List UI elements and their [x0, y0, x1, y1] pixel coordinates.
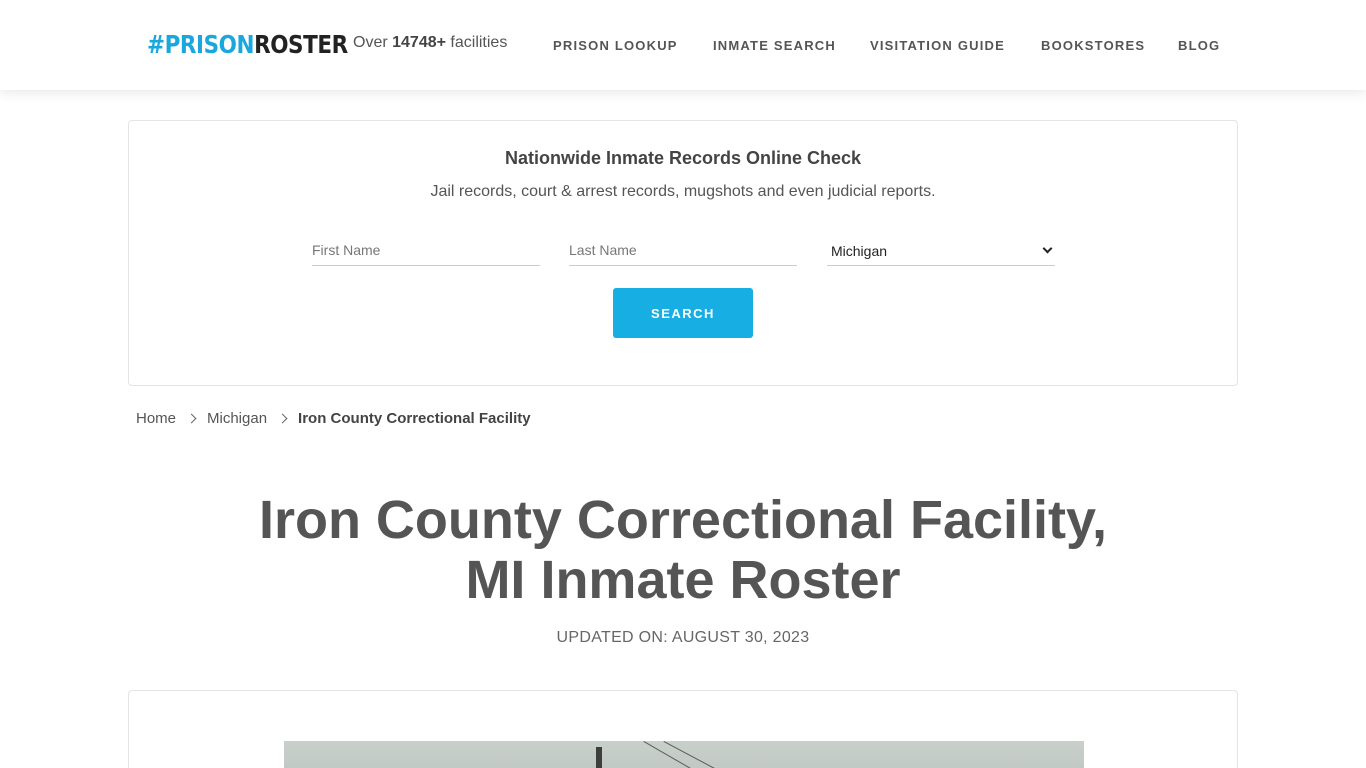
page-title-line1: Iron County Correctional Facility,	[258, 490, 1108, 550]
facility-photo-wire	[663, 741, 735, 768]
chevron-down-icon	[1042, 243, 1053, 254]
search-button[interactable]: SEARCH	[613, 288, 753, 338]
facility-count: Over 14748+ facilities	[353, 34, 507, 52]
page-title-line2: MI Inmate Roster	[465, 550, 901, 610]
facility-photo-tower	[596, 747, 602, 768]
page-title: Iron County Correctional Facility, MI In…	[183, 490, 1183, 610]
last-name-input[interactable]	[569, 236, 797, 264]
site-header: # PRISON ROSTER Over 14748+ facilities PRI…	[0, 0, 1366, 90]
logo-hash: #	[147, 29, 165, 59]
site-logo[interactable]: # PRISON ROSTER	[147, 28, 348, 60]
chevron-right-icon	[277, 413, 288, 423]
nav-prison-lookup[interactable]: PRISON LOOKUP	[553, 38, 678, 54]
chevron-right-icon	[186, 413, 197, 423]
search-card-subtitle: Jail records, court & arrest records, mu…	[430, 183, 936, 200]
updated-date: UPDATED ON: AUGUST 30, 2023	[556, 629, 810, 646]
breadcrumb: Home Michigan Iron County Correctional F…	[136, 408, 531, 428]
first-name-field	[312, 236, 540, 266]
breadcrumb-state[interactable]: Michigan	[207, 410, 267, 427]
state-select[interactable]: Michigan	[827, 236, 1055, 266]
breadcrumb-current: Iron County Correctional Facility	[298, 409, 531, 427]
inmate-search-card: Nationwide Inmate Records Online Check J…	[128, 120, 1238, 386]
facility-count-prefix: Over	[353, 34, 388, 51]
facility-photo-wire	[643, 741, 714, 768]
search-card-title: Nationwide Inmate Records Online Check	[504, 148, 862, 168]
facility-count-number: 14748+	[392, 34, 446, 51]
facility-content-card	[128, 690, 1238, 768]
facility-count-suffix: facilities	[450, 34, 508, 51]
nav-visitation-guide[interactable]: VISITATION GUIDE	[870, 38, 1005, 54]
breadcrumb-home[interactable]: Home	[136, 410, 176, 427]
facility-photo	[284, 741, 1084, 768]
nav-blog[interactable]: BLOG	[1178, 38, 1220, 54]
first-name-input[interactable]	[312, 236, 540, 264]
nav-bookstores[interactable]: BOOKSTORES	[1041, 38, 1145, 54]
logo-roster: ROSTER	[254, 29, 348, 59]
last-name-field	[569, 236, 797, 266]
state-select-value: Michigan	[831, 242, 888, 259]
logo-prison: PRISON	[164, 29, 255, 59]
nav-inmate-search[interactable]: INMATE SEARCH	[713, 38, 836, 54]
